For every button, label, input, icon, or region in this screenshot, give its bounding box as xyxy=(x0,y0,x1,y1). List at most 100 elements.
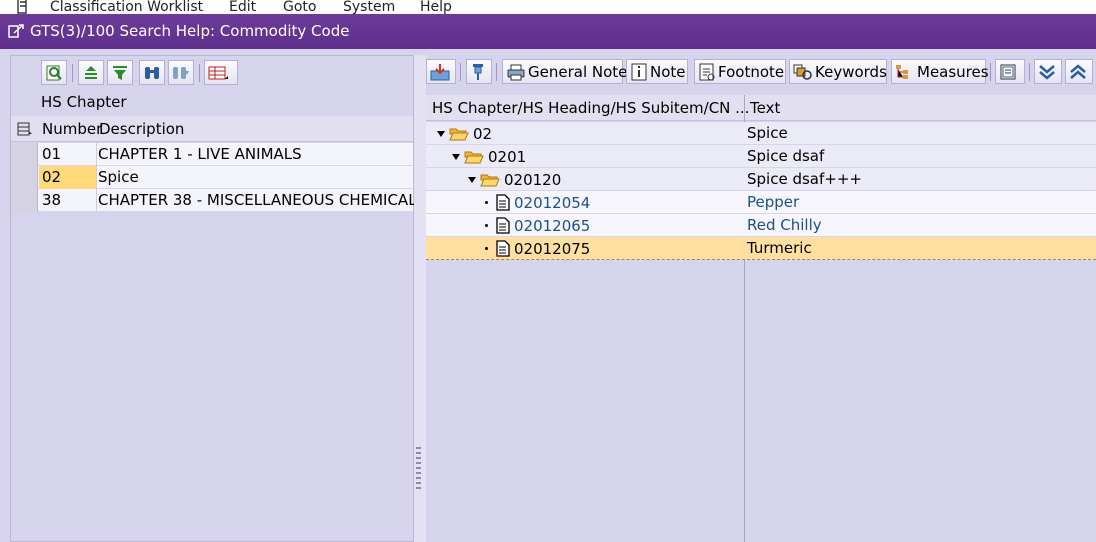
tree-node-text: Spice dsaf xyxy=(747,147,825,165)
column-layout-icon[interactable] xyxy=(17,122,33,136)
expanded-arrow-icon[interactable] xyxy=(437,130,445,137)
menu-goto[interactable]: Goto xyxy=(283,0,316,14)
printer-icon xyxy=(507,64,525,80)
row-number[interactable]: 02 xyxy=(39,166,97,189)
table-row[interactable]: 02 Spice xyxy=(11,166,413,189)
measures-tree-icon xyxy=(896,64,908,79)
tree-node-text: Turmeric xyxy=(747,239,812,257)
details-button[interactable] xyxy=(41,60,67,85)
table-row[interactable]: 38 CHAPTER 38 - MISCELLANEOUS CHEMICAL xyxy=(11,189,417,212)
leaf-bullet-icon xyxy=(485,224,488,227)
column-hs-code[interactable]: HS Chapter/HS Heading/HS Subitem/CN ... xyxy=(432,99,749,117)
row-number[interactable]: 38 xyxy=(39,189,97,212)
tree-node-code[interactable]: 02012065 xyxy=(514,217,590,235)
layout-grid-icon xyxy=(208,66,228,79)
tree-node-text: Spice xyxy=(747,124,788,142)
tree-node-code[interactable]: 020120 xyxy=(504,171,561,189)
keywords-icon xyxy=(793,64,812,80)
import-button[interactable] xyxy=(426,59,456,84)
sort-ascending-button[interactable] xyxy=(78,60,104,85)
binoculars-next-icon xyxy=(173,66,189,79)
table-row[interactable]: 01 CHAPTER 1 - LIVE ANIMALS xyxy=(11,143,413,166)
keywords-button[interactable]: Keywords xyxy=(789,59,887,84)
tree-node-code[interactable]: 02012054 xyxy=(514,194,590,212)
document-icon xyxy=(496,240,510,257)
hs-chapter-pane: HS Chapter Number Description 01 CHAPTER… xyxy=(10,55,417,542)
collapse-all-icon xyxy=(1070,63,1086,79)
row-description[interactable]: CHAPTER 38 - MISCELLANEOUS CHEMICAL xyxy=(98,191,417,209)
tree-node-code[interactable]: 02012075 xyxy=(514,240,590,258)
row-selector[interactable] xyxy=(11,143,38,166)
measures-button[interactable]: Measures xyxy=(891,59,989,84)
leaf-bullet-icon xyxy=(485,247,488,250)
info-icon xyxy=(631,63,647,80)
left-toolbar xyxy=(11,56,413,88)
tree-node-code[interactable]: 0201 xyxy=(488,148,526,166)
menu-help[interactable]: Help xyxy=(420,0,452,14)
filter-button[interactable] xyxy=(107,60,133,85)
tree-node-text: Red Chilly xyxy=(747,216,822,234)
tree-node-text: Spice dsaf+++ xyxy=(747,170,862,188)
tree-node-row[interactable]: 02 Spice xyxy=(426,122,1096,145)
document-icon xyxy=(496,217,510,234)
toolbar-separator xyxy=(990,63,991,81)
menu-system[interactable]: System xyxy=(343,0,395,14)
column-description[interactable]: Description xyxy=(99,120,184,138)
find-button[interactable] xyxy=(139,60,165,85)
open-folder-icon xyxy=(449,128,469,140)
tree-header: HS Chapter/HS Heading/HS Subitem/CN ... … xyxy=(426,95,1096,121)
tree-node-row-selected[interactable]: 02012075 Turmeric xyxy=(426,237,1096,260)
sort-ascending-icon xyxy=(85,65,97,79)
expand-all-icon xyxy=(1039,64,1055,80)
footnote-label: Footnote xyxy=(718,62,785,81)
row-selector[interactable] xyxy=(11,166,38,189)
row-description[interactable]: Spice xyxy=(98,168,139,186)
menu-bar: Classification Worklist Edit Goto System… xyxy=(0,0,1096,14)
note-button[interactable]: Note xyxy=(626,59,688,84)
expanded-arrow-icon[interactable] xyxy=(452,153,460,160)
column-number[interactable]: Number xyxy=(42,120,102,138)
open-folder-icon xyxy=(464,151,484,163)
splitter-grip[interactable] xyxy=(416,447,421,489)
magnifier-icon xyxy=(46,65,62,80)
toolbar-separator xyxy=(199,64,200,82)
tree-node-row[interactable]: 02012054 Pepper xyxy=(426,191,1096,214)
expand-all-button[interactable] xyxy=(1034,59,1062,84)
right-toolbar: General Note Note Footnote Keywords Meas… xyxy=(426,55,1096,87)
general-note-button[interactable]: General Note xyxy=(502,59,627,84)
row-selector[interactable] xyxy=(11,189,38,212)
footnote-icon xyxy=(699,63,715,80)
pin-button[interactable] xyxy=(466,59,492,84)
toolbar-separator xyxy=(496,63,497,81)
binoculars-icon xyxy=(145,66,159,79)
tree-node-row[interactable]: 02012065 Red Chilly xyxy=(426,214,1096,237)
keywords-label: Keywords xyxy=(815,62,887,81)
find-next-button[interactable] xyxy=(168,60,194,85)
layout-button[interactable] xyxy=(204,60,238,85)
row-number[interactable]: 01 xyxy=(39,143,97,166)
title-bar: GTS(3)/100 Search Help: Commodity Code xyxy=(0,14,1096,49)
pane-splitter[interactable] xyxy=(414,55,426,542)
column-text[interactable]: Text xyxy=(750,99,780,117)
menu-edit[interactable]: Edit xyxy=(229,0,256,14)
commodity-tree-pane: General Note Note Footnote Keywords Meas… xyxy=(426,55,1096,542)
document-icon xyxy=(496,194,510,211)
tree-node-row[interactable]: 020120 Spice dsaf+++ xyxy=(426,168,1096,191)
row-description[interactable]: CHAPTER 1 - LIVE ANIMALS xyxy=(98,145,302,163)
pin-icon xyxy=(473,63,483,80)
print-view-button[interactable] xyxy=(995,59,1025,84)
general-note-label: General Note xyxy=(528,62,628,81)
menu-exit-icon[interactable] xyxy=(16,0,30,14)
expanded-arrow-icon[interactable] xyxy=(468,176,476,183)
menu-classification-worklist[interactable]: Classification Worklist xyxy=(50,0,203,14)
filter-icon xyxy=(113,65,127,80)
measures-label: Measures xyxy=(917,62,989,81)
tree-node-row[interactable]: 0201 Spice dsaf xyxy=(426,145,1096,168)
toolbar-separator xyxy=(460,63,461,81)
footnote-button[interactable]: Footnote xyxy=(694,59,786,84)
toolbar-separator xyxy=(1029,63,1030,81)
leaf-bullet-icon xyxy=(485,201,488,204)
collapse-all-button[interactable] xyxy=(1065,59,1093,84)
tree-node-code[interactable]: 02 xyxy=(473,125,492,143)
hs-chapter-grid-header: Number Description xyxy=(11,116,413,142)
